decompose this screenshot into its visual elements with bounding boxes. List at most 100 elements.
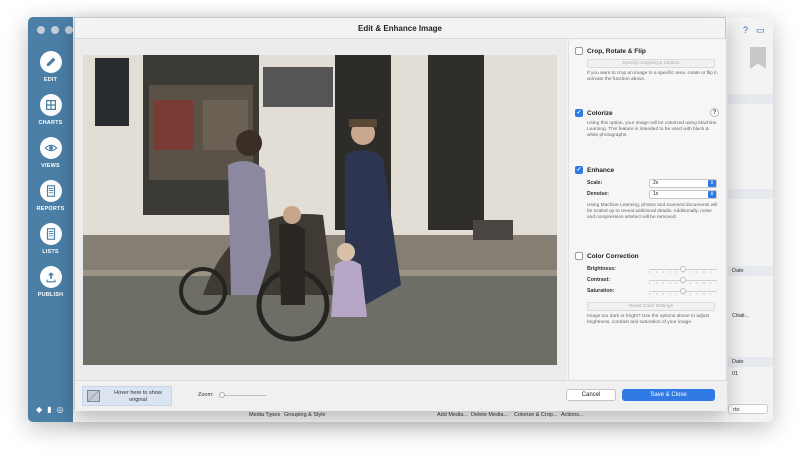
table-cell-text: 01 — [732, 371, 739, 377]
crop-description: If you want to crop an image to a specif… — [587, 71, 718, 82]
cancel-button[interactable]: Cancel — [566, 389, 616, 401]
nav-charts[interactable]: CHARTS — [28, 94, 73, 126]
zoom-slider-knob[interactable] — [219, 392, 225, 398]
color-correction-description: Image too dark or bright? Use the option… — [587, 314, 710, 325]
right-panel-toolbar: ? ▭ — [743, 25, 765, 36]
bookmark-icon[interactable]: ▮ — [47, 405, 51, 414]
show-original-hover-area[interactable]: Hover here to show original — [82, 386, 172, 406]
nav-views[interactable]: VIEWS — [28, 137, 73, 169]
actions-button[interactable]: Actions... — [561, 412, 584, 418]
color-correction-title: Color Correction — [587, 252, 639, 260]
colorize-section: ✓ Colorize ? Using this option, your ima… — [575, 108, 721, 139]
column-citation-label: Citati... — [732, 313, 750, 319]
contrast-label: Contrast: — [587, 277, 611, 283]
contrast-slider[interactable] — [649, 277, 717, 284]
denoise-select[interactable]: 1x ⇕ — [649, 190, 717, 199]
colorize-title: Colorize — [587, 109, 613, 117]
zoom-label: Zoom: — [198, 392, 214, 398]
upload-icon — [39, 266, 62, 288]
denoise-row: Denoise: 1x ⇕ — [575, 189, 721, 200]
column-header: Date — [728, 357, 773, 367]
scale-select[interactable]: 2x ⇕ — [649, 179, 717, 188]
list-icon — [39, 223, 62, 245]
hover-original-text: Hover here to show original — [114, 390, 162, 403]
saturation-row: Saturation: — [575, 286, 721, 297]
scale-value: 2x — [653, 180, 659, 186]
nav-publish[interactable]: PUBLISH — [28, 266, 73, 298]
nav-publish-label: PUBLISH — [37, 292, 64, 298]
enhance-header: ✓ Enhance — [575, 165, 721, 175]
brightness-slider[interactable] — [649, 266, 717, 273]
panel-bar — [728, 94, 773, 104]
crop-title: Crop, Rotate & Flip — [587, 47, 646, 55]
scale-row: Scale: 2x ⇕ — [575, 178, 721, 189]
column-header: Date — [728, 266, 773, 276]
image-preview-area — [75, 39, 567, 380]
nav-charts-label: CHARTS — [38, 120, 63, 126]
enhance-checkbox[interactable]: ✓ — [575, 166, 583, 174]
dialog-title: Edit & Enhance Image — [75, 18, 725, 39]
dialog-footer: Hover here to show original Zoom: Cancel… — [75, 380, 727, 411]
denoise-value: 1x — [653, 191, 659, 197]
saturation-slider[interactable] — [649, 288, 717, 295]
nav-reports-label: REPORTS — [36, 206, 65, 212]
nav-edit-label: EDIT — [43, 77, 58, 83]
saturation-slider-knob[interactable] — [680, 288, 686, 294]
brightness-row: Brightness: — [575, 264, 721, 275]
zoom-window-button[interactable] — [65, 26, 73, 34]
column-header: Citati... — [728, 311, 773, 321]
nav-edit[interactable]: EDIT — [28, 51, 73, 83]
help-icon[interactable]: ? — [710, 108, 719, 117]
colorize-crop-button[interactable]: Colorize & Crop... — [514, 412, 557, 418]
media-types-button[interactable]: Media Types — [249, 412, 280, 418]
view-select[interactable]: rto — [728, 404, 768, 414]
nav-lists-label: LISTS — [42, 249, 59, 255]
close-window-button[interactable] — [37, 26, 45, 34]
left-sidebar: EDIT CHARTS VIEWS REPORTS LISTS PUBLISH … — [28, 17, 73, 422]
eye-icon — [39, 137, 62, 159]
target-icon[interactable]: ◎ — [57, 405, 64, 414]
panel-bar — [728, 189, 773, 199]
enhance-title: Enhance — [587, 166, 615, 174]
window-controls — [37, 26, 73, 34]
right-panel: ? ▭ Date Citati... Date 01 rto — [728, 17, 773, 422]
tag-icon[interactable]: ◆ — [36, 405, 42, 414]
color-correction-section: Color Correction Brightness: Contrast: S… — [575, 251, 721, 326]
crop-header: Crop, Rotate & Flip — [575, 46, 721, 56]
grouping-style-button[interactable]: Grouping & Style — [284, 412, 326, 418]
view-select-value: rto — [733, 407, 740, 413]
colorize-description: Using this option, your image will be co… — [587, 121, 717, 138]
scale-label: Scale: — [587, 180, 603, 186]
delete-media-button[interactable]: Delete Media... — [471, 412, 508, 418]
contrast-slider-knob[interactable] — [680, 277, 686, 283]
brightness-slider-knob[interactable] — [680, 266, 686, 272]
colorize-header: ✓ Colorize ? — [575, 108, 721, 118]
help-icon[interactable]: ? — [743, 25, 748, 36]
table-cell: 01 — [728, 369, 773, 379]
chevron-updown-icon: ⇕ — [708, 180, 716, 187]
save-close-button[interactable]: Save & Close — [622, 389, 715, 401]
nav-views-label: VIEWS — [41, 163, 60, 169]
specify-cropping-button[interactable]: Specify cropping & rotation — [587, 59, 715, 68]
crop-section: Crop, Rotate & Flip Specify cropping & r… — [575, 46, 721, 83]
window-icon[interactable]: ▭ — [756, 25, 765, 36]
enhance-section: ✓ Enhance Scale: 2x ⇕ Denoise: 1x ⇕ Usin… — [575, 165, 721, 221]
color-correction-checkbox[interactable] — [575, 252, 583, 260]
crop-checkbox[interactable] — [575, 47, 583, 55]
nav-reports[interactable]: REPORTS — [28, 180, 73, 212]
colorize-checkbox[interactable]: ✓ — [575, 109, 583, 117]
brightness-label: Brightness: — [587, 266, 616, 272]
nav-lists[interactable]: LISTS — [28, 223, 73, 255]
column-date-label: Date — [732, 359, 744, 365]
enhance-description: Using Machine Learning, photos and scann… — [587, 203, 718, 220]
options-panel: Crop, Rotate & Flip Specify cropping & r… — [568, 39, 726, 380]
add-media-button[interactable]: Add Media... — [437, 412, 468, 418]
sidebar-bottom-tools: ◆ ▮ ◎ — [36, 405, 64, 414]
minimize-window-button[interactable] — [51, 26, 59, 34]
bottom-toolbar: Media Types Grouping & Style Add Media..… — [73, 410, 728, 422]
chevron-updown-icon: ⇕ — [708, 191, 716, 198]
zoom-slider[interactable] — [221, 395, 266, 396]
edit-enhance-dialog: Edit & Enhance Image Crop, Rotate & Flip… — [74, 17, 727, 411]
reset-color-settings-button[interactable]: Reset Color Settings — [587, 302, 715, 311]
bookmark-ribbon-icon — [750, 47, 766, 69]
